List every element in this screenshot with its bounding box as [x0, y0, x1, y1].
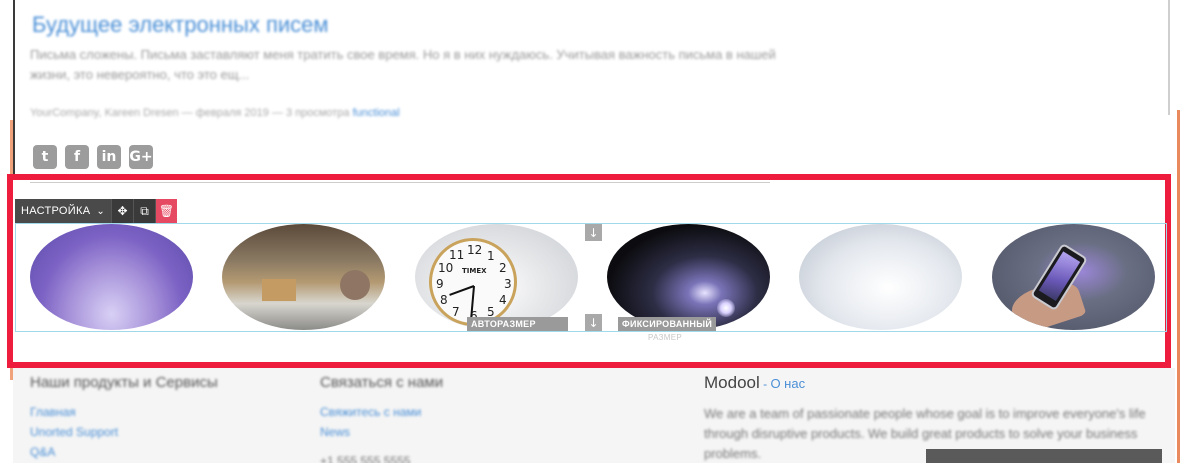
google-plus-icon[interactable]: G+: [129, 145, 153, 169]
clock-number: 7: [452, 305, 460, 319]
trash-icon[interactable]: 🗑: [155, 199, 178, 223]
footer-link-support[interactable]: Unorted Support: [30, 425, 118, 439]
left-border-line: [13, 0, 15, 178]
footer-phone: +1 555 555 5555: [320, 454, 411, 463]
post-title[interactable]: Будущее электронных писем: [32, 12, 329, 38]
clone-icon[interactable]: ⧉: [133, 199, 156, 223]
fixed-size-button[interactable]: ФИКСИРОВАННЫЙ: [618, 317, 717, 331]
snippet-guide-left: [15, 223, 16, 331]
snippet-toolbar: НАСТРОЙКА ⌄ ✥ ⧉ 🗑: [15, 199, 178, 223]
image-purple-landscape[interactable]: [30, 224, 193, 330]
cardboard-box-shape: [262, 279, 296, 301]
clock-number: 2: [499, 261, 507, 275]
arrow-down-icon[interactable]: ↓: [585, 224, 602, 241]
footer-products-title: Наши продукты и Сервисы: [30, 374, 218, 391]
image-alarm-clock[interactable]: TIMEX 12 3 6 9 1 2 4 5 7 8 10 11: [415, 224, 578, 330]
snippet-guide-bottom: [15, 331, 1167, 332]
post-tag-link[interactable]: functional: [353, 107, 400, 119]
footer-link-qa[interactable]: Q&A: [30, 445, 55, 459]
footer-link-news[interactable]: News: [320, 425, 350, 439]
bottom-dark-bar: [926, 449, 1162, 463]
post-meta-author: YourCompany, Kareen Dresen — февраля 201…: [30, 107, 350, 119]
clock-number: 1: [487, 249, 495, 263]
snippet-guide-right: [1166, 223, 1167, 331]
twitter-icon[interactable]: t: [33, 145, 57, 169]
footer-about-title: Modool - О нас: [704, 373, 805, 393]
post-meta: YourCompany, Kareen Dresen — февраля 201…: [30, 107, 400, 119]
clock-number: 12: [467, 243, 483, 257]
footer-link-home[interactable]: Главная: [30, 405, 76, 419]
welding-spark: [717, 299, 735, 317]
customize-label: НАСТРОЙКА: [21, 205, 91, 217]
post-excerpt: Письма сложены. Письма заставляют меня т…: [30, 47, 776, 82]
about-us-link[interactable]: О нас: [770, 376, 805, 391]
clock-number: 9: [436, 277, 444, 291]
social-share-icons: t f in G+: [33, 145, 153, 169]
chevron-down-icon: ⌄: [96, 205, 106, 217]
image-office-boxes[interactable]: [222, 224, 385, 330]
clock-face: TIMEX 12 3 6 9 1 2 4 5 7 8 10 11: [429, 238, 517, 326]
right-border-line: [1168, 0, 1170, 115]
image-white-car[interactable]: [799, 224, 962, 330]
clock-number: 4: [499, 293, 507, 307]
footer-contact-title: Связаться с нами: [320, 374, 444, 391]
company-name: Modool: [704, 373, 760, 392]
person-shape: [340, 270, 370, 300]
clock-number: 10: [438, 261, 454, 275]
title-separator: -: [759, 377, 771, 391]
footer-link-contact[interactable]: Свяжитесь с нами: [320, 405, 421, 419]
clock-hour-hand: [449, 285, 475, 296]
image-welding[interactable]: [607, 224, 770, 330]
editor-page: Будущее электронных писем Письма сложены…: [0, 0, 1180, 463]
facebook-icon[interactable]: f: [65, 145, 89, 169]
clock-brand: TIMEX: [462, 267, 487, 275]
customize-dropdown[interactable]: НАСТРОЙКА ⌄: [15, 199, 112, 223]
move-arrows-icon[interactable]: ✥: [111, 199, 134, 223]
clock-number: 3: [504, 277, 512, 291]
arrow-down-icon[interactable]: ↓: [585, 314, 602, 331]
linkedin-icon[interactable]: in: [97, 145, 121, 169]
fixed-size-sublabel: РАЗМЕР: [648, 333, 683, 342]
clock-number: 11: [449, 248, 465, 262]
autosize-button[interactable]: АВТОРАЗМЕР: [467, 317, 568, 331]
image-smartphone[interactable]: [992, 224, 1155, 330]
clock-number: 8: [440, 293, 448, 307]
